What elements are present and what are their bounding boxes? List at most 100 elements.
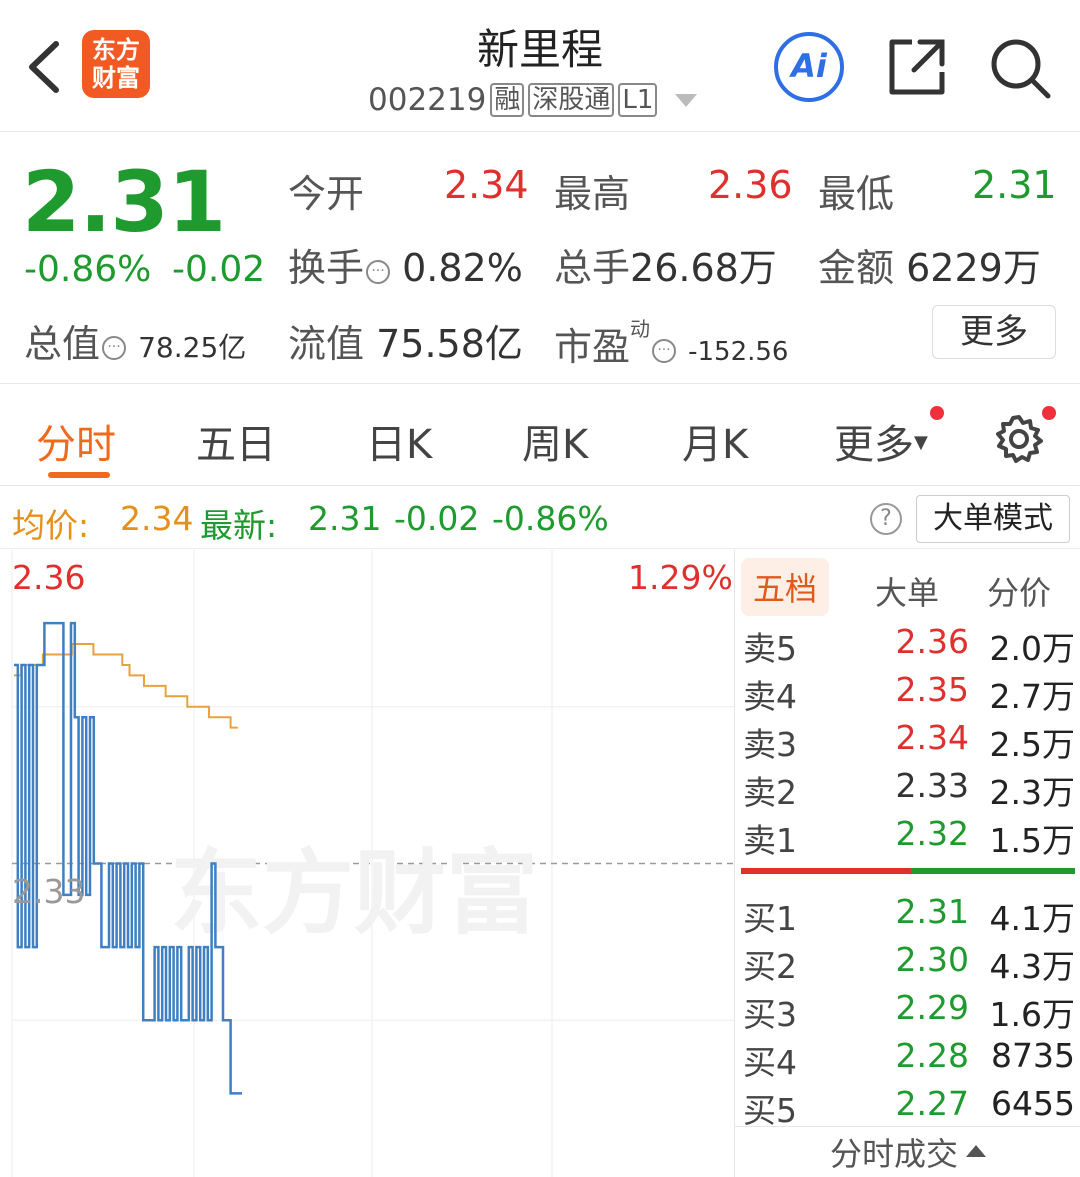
intraday-chart-svg: 东方财富 <box>11 550 734 1177</box>
level-label: 买5 <box>743 1091 797 1130</box>
level-price: 2.27 <box>895 1084 969 1123</box>
more-quote-button[interactable]: 更多 <box>932 305 1056 359</box>
level-volume: 2.5万 <box>989 725 1075 764</box>
level-label: 买3 <box>743 995 797 1034</box>
level-label: 卖1 <box>743 821 797 860</box>
info-icon: ··· <box>102 336 127 360</box>
top-bar: 东方 财富 新里程 002219 融 深股通 L1 Ai <box>0 0 1080 132</box>
level-label: 买4 <box>743 1043 797 1082</box>
level-price: 2.33 <box>895 766 969 805</box>
level-volume: 4.1万 <box>989 899 1075 938</box>
order-book-row: 卖4 2.35 2.7万 <box>735 670 1080 716</box>
low-label: 最低 <box>818 172 895 216</box>
high-label: 最高 <box>554 172 631 216</box>
tab-price-distribution[interactable]: 分价 <box>987 568 1051 614</box>
logo-line-2: 财富 <box>92 64 140 92</box>
current-price: 2.31 <box>22 153 226 251</box>
app-logo[interactable]: 东方 财富 <box>82 30 150 98</box>
open-label: 今开 <box>288 172 365 216</box>
stock-name: 新里程 <box>476 25 603 74</box>
watermark: 东方财富 <box>170 840 538 947</box>
open-value: 2.34 <box>444 163 529 207</box>
order-book-row: 买2 2.30 4.3万 <box>735 940 1080 986</box>
order-book-row: 买1 2.31 4.1万 <box>735 892 1080 938</box>
big-order-mode-button[interactable]: 大单模式 <box>916 495 1070 543</box>
level-price: 2.32 <box>895 814 969 853</box>
amount-label: 金额 <box>818 246 895 290</box>
level-price: 2.29 <box>895 988 969 1027</box>
avg-price-value: 2.34 <box>120 499 194 538</box>
tab-intraday[interactable]: 分时 <box>36 412 116 470</box>
help-icon[interactable]: ? <box>870 503 902 535</box>
settings-notification-dot <box>1042 406 1056 420</box>
tab-big-orders[interactable]: 大单 <box>875 568 939 614</box>
change-percent: -0.86% <box>24 249 152 290</box>
margin-tag: 融 <box>490 83 525 117</box>
volume-value: 26.68万 <box>630 246 777 290</box>
intraday-info-bar: 均价: 2.34 最新: 2.31 -0.02 -0.86% ? 大单模式 <box>0 487 1080 549</box>
search-icon[interactable] <box>988 36 1054 102</box>
logo-line-1: 东方 <box>92 36 140 64</box>
level-volume: 4.3万 <box>989 947 1075 986</box>
tab-weekly-k[interactable]: 周K <box>522 412 588 470</box>
amount: 金额 6229万 <box>818 237 1041 292</box>
gear-icon[interactable] <box>992 412 1046 466</box>
market-cap-value: 78.25亿 <box>138 331 247 364</box>
sell-portion <box>741 868 911 874</box>
tab-five-day[interactable]: 五日 <box>196 412 276 470</box>
level-volume: 6455 <box>991 1084 1075 1123</box>
order-book-row: 卖5 2.36 2.0万 <box>735 622 1080 668</box>
caret-up-icon <box>966 1145 986 1157</box>
level-volume: 2.3万 <box>989 773 1075 812</box>
amount-value: 6229万 <box>906 246 1041 290</box>
level-label: 卖3 <box>743 725 797 764</box>
tab-more[interactable]: 更多▼ <box>834 412 928 470</box>
back-icon[interactable] <box>22 40 66 94</box>
tab-five-levels[interactable]: 五档 <box>741 558 830 616</box>
share-icon[interactable] <box>886 36 948 98</box>
last-price-label: 最新: <box>200 506 278 545</box>
level-price: 2.30 <box>895 940 969 979</box>
avg-price-line <box>14 643 238 729</box>
volume: 总手26.68万 <box>554 237 777 292</box>
level-label: 卖2 <box>743 773 797 812</box>
level-volume: 8735 <box>991 1036 1075 1075</box>
float-cap-label: 流值 <box>288 322 365 366</box>
intraday-chart[interactable]: 东方财富 2.36 1.29% 2.33 <box>0 550 734 1177</box>
notification-dot <box>930 406 944 420</box>
level-label: 买2 <box>743 947 797 986</box>
order-book-row: 卖1 2.32 1.5万 <box>735 814 1080 860</box>
tab-more-label: 更多 <box>834 422 914 468</box>
last-change: -0.02 <box>394 499 480 538</box>
y-max-label: 2.36 <box>12 558 86 597</box>
ai-assistant-icon[interactable]: Ai <box>774 32 844 102</box>
level-price: 2.35 <box>895 670 969 709</box>
pe-value: -152.56 <box>688 337 789 367</box>
market-cap[interactable]: 总值 ··· 78.25亿 <box>24 313 246 368</box>
avg-price-label: 均价: <box>12 506 90 545</box>
level-price: 2.34 <box>895 718 969 757</box>
level-volume: 1.5万 <box>989 821 1075 860</box>
level-label: 卖4 <box>743 677 797 716</box>
tab-monthly-k[interactable]: 月K <box>682 412 748 470</box>
order-book-row: 买5 2.27 6455 <box>735 1084 1080 1130</box>
turnover-value: 0.82% <box>402 246 523 290</box>
market-cap-label: 总值 <box>24 322 101 366</box>
level-label: 卖5 <box>743 629 797 668</box>
tick-trades-button[interactable]: 分时成交 <box>735 1126 1080 1177</box>
stock-subtitle[interactable]: 002219 融 深股通 L1 <box>368 82 698 118</box>
level-price: 2.28 <box>895 1036 969 1075</box>
order-book: 五档 大单 分价 卖5 2.36 2.0万 卖4 2.35 2.7万 卖3 2.34 2.5万卖… <box>734 550 1080 1177</box>
level-volume: 2.7万 <box>989 677 1075 716</box>
pe-ratio[interactable]: 市盈动··· -152.56 <box>554 313 788 371</box>
order-book-row: 买3 2.29 1.6万 <box>735 988 1080 1034</box>
level-volume: 1.6万 <box>989 995 1075 1034</box>
change-amount: -0.02 <box>172 249 266 290</box>
dropdown-arrow-icon <box>675 93 698 107</box>
tab-daily-k[interactable]: 日K <box>366 412 432 470</box>
level-label: 买1 <box>743 899 797 938</box>
chart-period-tabs: 分时 五日 日K 周K 月K 更多▼ <box>0 384 1080 486</box>
turnover[interactable]: 换手 ··· 0.82% <box>288 237 523 292</box>
last-change-percent: -0.86% <box>492 499 609 538</box>
float-cap-value: 75.58亿 <box>376 322 523 366</box>
